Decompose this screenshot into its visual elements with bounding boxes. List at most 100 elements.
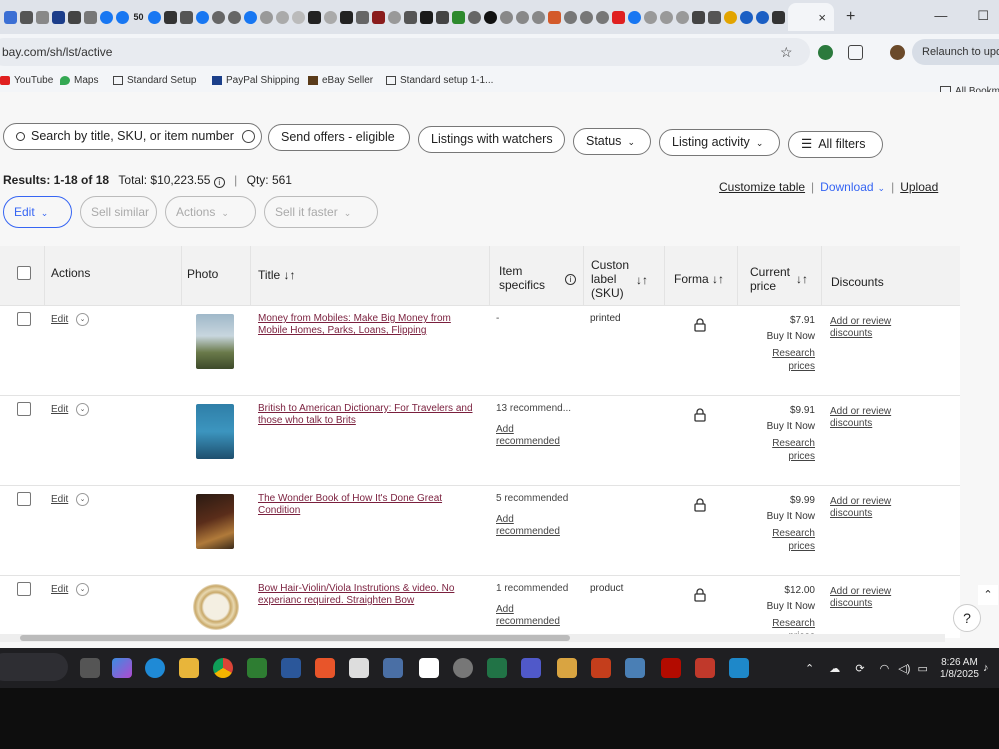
tab-favicon[interactable] — [420, 10, 433, 24]
download-dropdown[interactable]: Download — [820, 180, 873, 194]
tab-favicon[interactable] — [180, 10, 193, 24]
column-custom-label[interactable]: Custon label (SKU) — [591, 258, 629, 300]
profile-avatar[interactable] — [890, 45, 905, 60]
camera-search-icon[interactable] — [242, 130, 255, 143]
bookmark-star-icon[interactable]: ☆ — [780, 44, 793, 61]
listing-title-link[interactable]: Bow Hair-Violin/Viola Instrutions & vide… — [258, 583, 483, 607]
active-tab[interactable]: × — [788, 3, 834, 31]
listing-title-link[interactable]: British to American Dictionary: For Trav… — [258, 403, 483, 427]
app-icon[interactable] — [419, 658, 439, 678]
brave-icon[interactable] — [315, 658, 335, 678]
facebook-icon[interactable] — [628, 10, 641, 24]
tab-favicon[interactable] — [164, 10, 177, 24]
relaunch-button[interactable]: Relaunch to updat — [912, 39, 999, 65]
sort-icon[interactable]: ↓↑ — [636, 273, 648, 287]
tab-favicon[interactable] — [68, 10, 81, 24]
facebook-icon[interactable] — [196, 10, 209, 24]
tab-favicon[interactable] — [276, 10, 289, 24]
sort-icon[interactable]: ↓↑ — [796, 272, 808, 286]
tab-favicon[interactable] — [484, 10, 497, 24]
sell-similar-button[interactable]: Sell similar — [80, 196, 157, 228]
research-prices-link[interactable]: Research — [772, 348, 815, 359]
app-icon[interactable] — [695, 658, 715, 678]
tab-favicon[interactable] — [724, 10, 737, 24]
tab-favicon[interactable] — [548, 10, 561, 24]
powerpoint-icon[interactable] — [591, 658, 611, 678]
tab-favicon[interactable] — [660, 10, 673, 24]
sync-icon[interactable]: ⟳ — [855, 663, 864, 675]
listing-photo[interactable] — [193, 584, 239, 630]
facebook-icon[interactable] — [148, 10, 161, 24]
amazon-icon[interactable] — [340, 10, 353, 24]
extension-icon[interactable] — [818, 45, 833, 60]
bulk-edit-button[interactable]: Edit ⌄ — [3, 196, 72, 228]
chevron-down-icon[interactable]: ⌄ — [76, 403, 89, 416]
tab-favicon[interactable] — [740, 10, 753, 24]
column-format[interactable]: Forma ↓↑ — [674, 272, 724, 286]
row-edit-link[interactable]: Edit — [51, 584, 68, 595]
tab-favicon[interactable] — [452, 10, 465, 24]
acrobat-icon[interactable] — [661, 658, 681, 678]
tab-favicon[interactable] — [388, 10, 401, 24]
tab-favicon[interactable] — [228, 10, 241, 24]
add-review-discounts-link[interactable]: Add or review discounts — [830, 316, 910, 340]
app-icon[interactable] — [349, 658, 369, 678]
research-prices-link[interactable]: Research — [772, 618, 815, 629]
battery-icon[interactable]: ▭ — [917, 663, 927, 675]
tab-favicon[interactable] — [772, 10, 785, 24]
tab-favicon[interactable] — [532, 10, 545, 24]
tab-favicon[interactable] — [356, 10, 369, 24]
tab-favicon[interactable] — [260, 10, 273, 24]
tab-favicon[interactable] — [676, 10, 689, 24]
youtube-icon[interactable] — [612, 10, 625, 24]
minimize-button[interactable]: — — [934, 8, 947, 24]
chevron-down-icon[interactable]: ⌄ — [76, 583, 89, 596]
add-recommended-link[interactable]: Add recommended — [496, 514, 576, 538]
row-edit-link[interactable]: Edit — [51, 404, 68, 415]
search-input[interactable]: Search by title, SKU, or item number — [3, 123, 262, 150]
sell-it-faster-dropdown[interactable]: Sell it faster ⌄ — [264, 196, 378, 228]
copilot-icon[interactable] — [112, 658, 132, 678]
tab-favicon-text[interactable]: 50 — [132, 11, 145, 24]
task-view-icon[interactable] — [80, 658, 100, 678]
facebook-icon[interactable] — [100, 10, 113, 24]
bookmark-maps[interactable]: Maps — [60, 75, 98, 86]
listing-activity-dropdown[interactable]: Listing activity ⌄ — [659, 129, 780, 156]
listing-photo[interactable] — [196, 404, 234, 459]
upload-link[interactable]: Upload — [900, 180, 938, 194]
tab-favicon[interactable] — [644, 10, 657, 24]
actions-dropdown[interactable]: Actions ⌄ — [165, 196, 256, 228]
tab-favicon[interactable] — [564, 10, 577, 24]
chevron-down-icon[interactable]: ⌄ — [76, 493, 89, 506]
cloud-icon[interactable]: ☁ — [829, 663, 840, 675]
column-current-price[interactable]: Current price — [750, 265, 790, 293]
tab-favicon[interactable] — [756, 10, 769, 24]
research-prices-link[interactable]: Research — [772, 438, 815, 449]
tab-favicon[interactable] — [84, 10, 97, 24]
tab-favicon[interactable] — [36, 10, 49, 24]
tab-favicon[interactable] — [500, 10, 513, 24]
scroll-to-top-button[interactable]: ⌃ — [978, 585, 998, 605]
send-offers-filter[interactable]: Send offers - eligible — [268, 124, 410, 151]
close-tab-icon[interactable]: × — [818, 10, 826, 25]
research-prices-link[interactable]: prices — [788, 361, 815, 372]
tab-favicon[interactable] — [20, 10, 33, 24]
add-review-discounts-link[interactable]: Add or review discounts — [830, 406, 910, 430]
select-all-checkbox[interactable] — [17, 266, 31, 280]
taskbar-search[interactable] — [0, 653, 68, 681]
listings-with-watchers-filter[interactable]: Listings with watchers — [418, 126, 565, 153]
teams-icon[interactable] — [521, 658, 541, 678]
tab-favicon[interactable] — [212, 10, 225, 24]
column-title[interactable]: Title ↓↑ — [258, 268, 296, 282]
bookmark-standard-setup[interactable]: Standard Setup — [113, 75, 197, 86]
bookmark-youtube[interactable]: YouTube — [0, 75, 53, 86]
tab-favicon[interactable] — [468, 10, 481, 24]
tab-favicon[interactable] — [708, 10, 721, 24]
add-recommended-link[interactable]: Add recommended — [496, 604, 576, 628]
row-checkbox[interactable] — [17, 582, 31, 596]
app-icon[interactable] — [557, 658, 577, 678]
chevron-up-icon[interactable]: ⌃ — [805, 663, 814, 675]
listing-photo[interactable] — [196, 314, 234, 369]
chrome-icon[interactable] — [213, 658, 233, 678]
new-tab-button[interactable]: + — [846, 8, 855, 26]
